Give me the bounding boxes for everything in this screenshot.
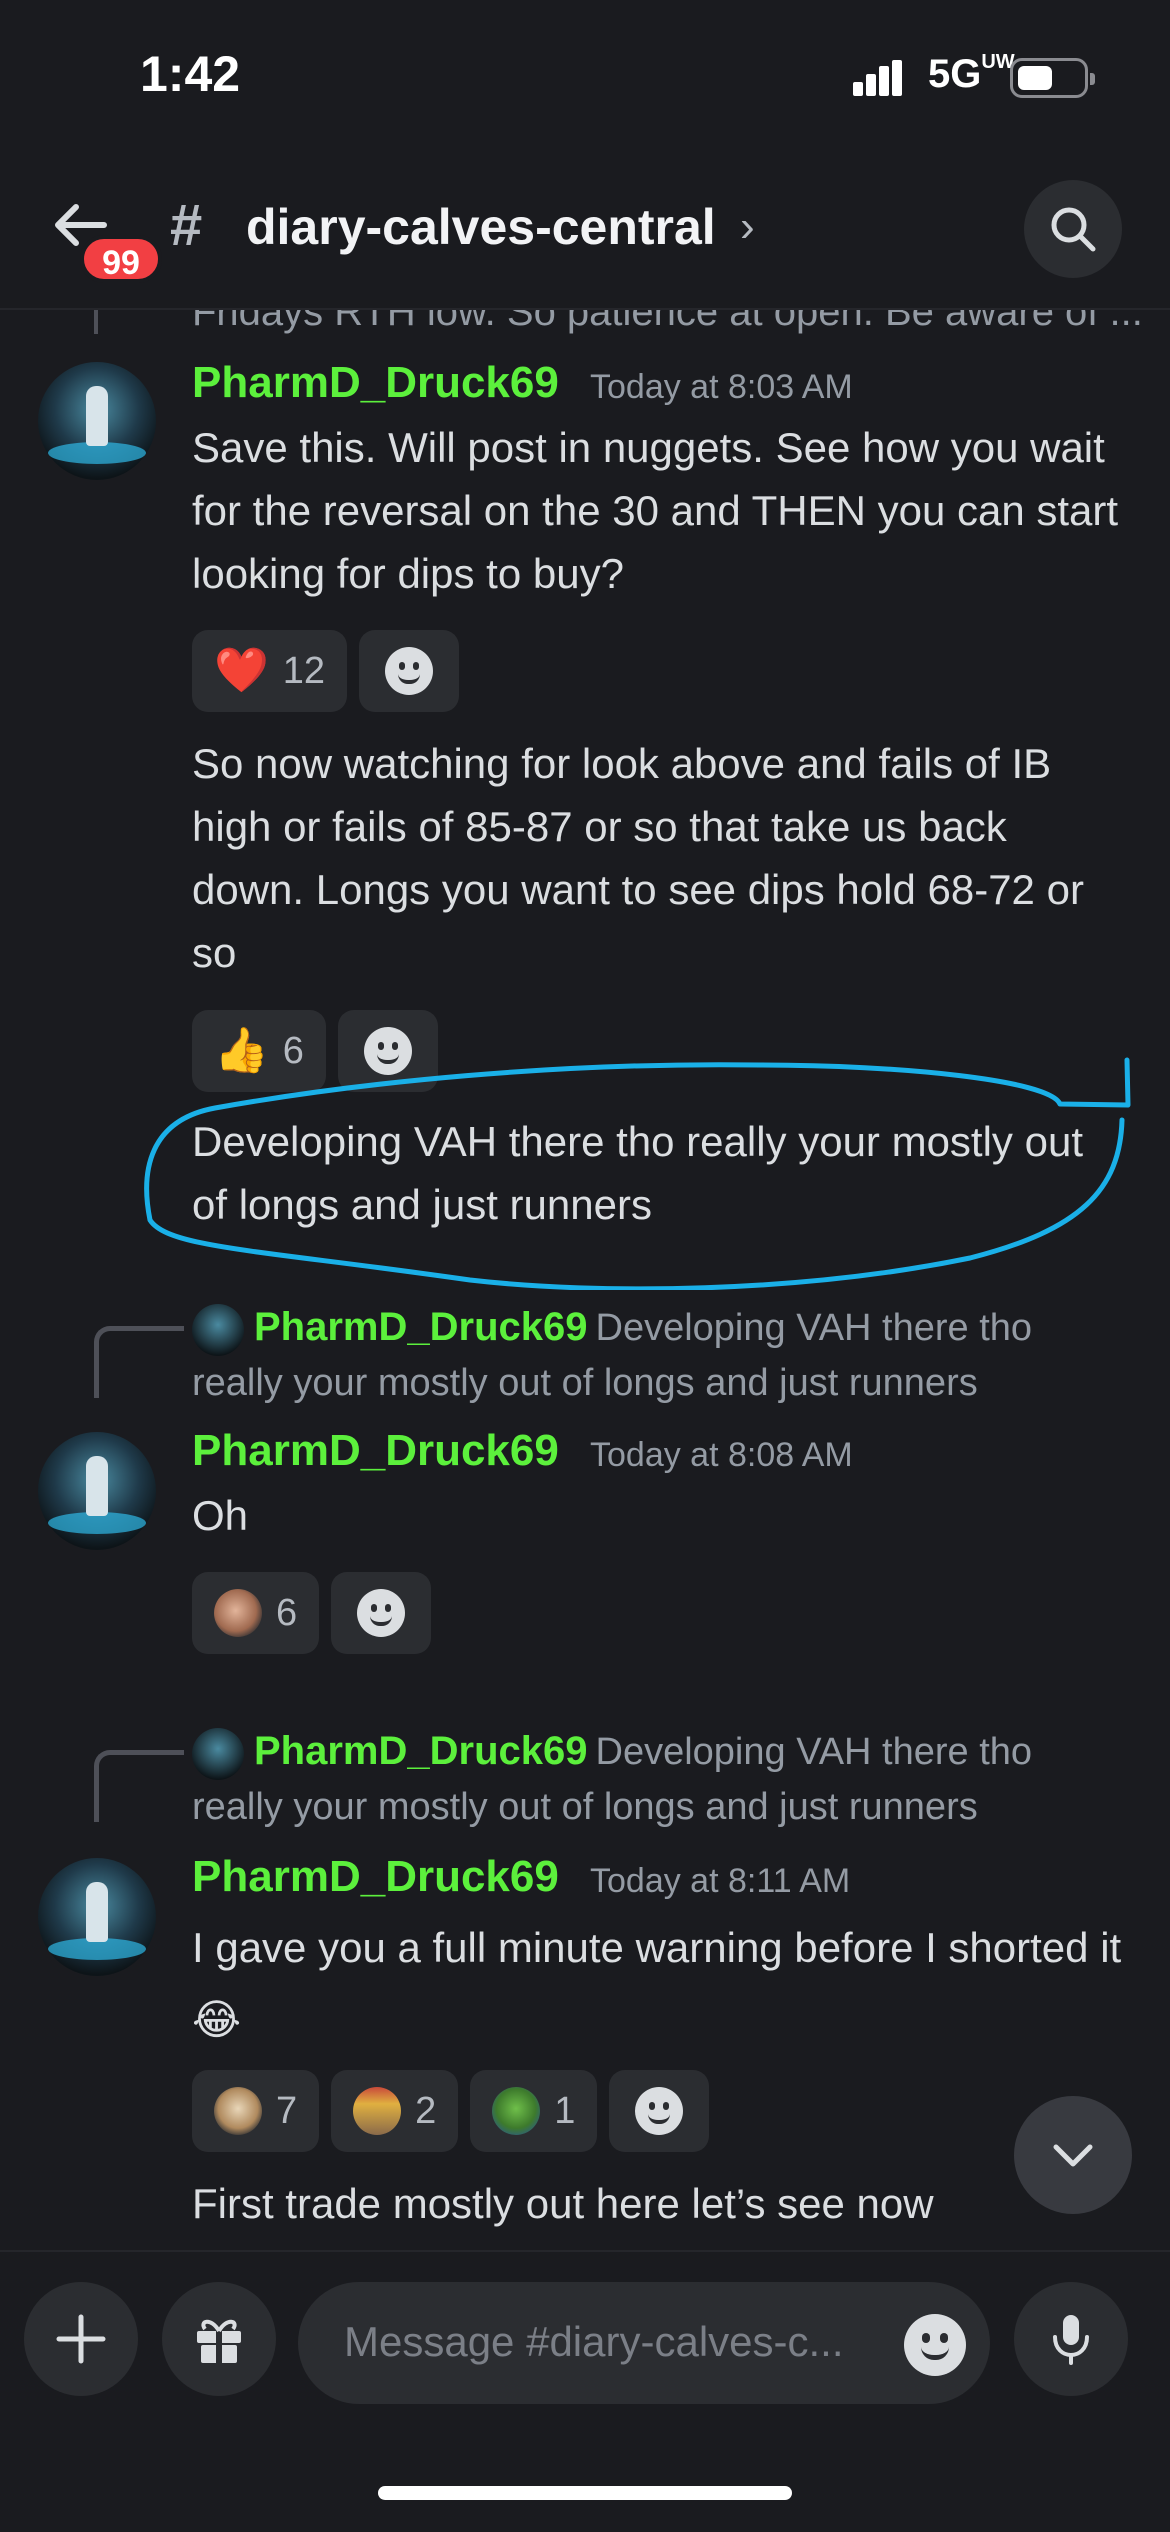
reaction-count: 7: [276, 2089, 298, 2132]
avatar[interactable]: [38, 362, 156, 480]
message-author[interactable]: PharmD_Druck69: [192, 1852, 559, 1902]
message-timestamp: Today at 8:08 AM: [590, 1436, 853, 1474]
message-text: Oh: [192, 1492, 249, 1539]
unread-badge: 99: [80, 235, 162, 283]
avatar[interactable]: [38, 1432, 156, 1550]
smiley-icon: [363, 1027, 412, 1075]
chevron-down-icon: [1053, 2144, 1093, 2167]
add-reaction-button[interactable]: [331, 1572, 432, 1654]
reply-preview[interactable]: PharmD_Druck69 Developing VAH there tho r…: [192, 1300, 1112, 1410]
reaction-king-sticker[interactable]: 2: [331, 2070, 459, 2152]
add-reaction-button[interactable]: [359, 630, 460, 712]
cellular-signal-icon: [853, 60, 903, 96]
plus-icon: [56, 2314, 106, 2364]
channel-header: 99 # diary-calves-central ›: [0, 150, 1170, 310]
reaction-face-sticker[interactable]: 6: [192, 1572, 320, 1654]
add-reaction-button[interactable]: [609, 2070, 710, 2152]
reply-preview[interactable]: PharmD_Druck69 Developing VAH there tho r…: [192, 1724, 1112, 1834]
dog-sticker-icon: [214, 2087, 262, 2135]
joy-emoji: 😂: [192, 1996, 242, 2043]
reaction-bar: 7 2 1: [192, 2070, 710, 2152]
message-input[interactable]: Message #diary-calves-c...: [298, 2282, 990, 2404]
reaction-count: 12: [282, 649, 326, 692]
reply-author: PharmD_Druck69: [254, 1305, 588, 1349]
emoji-picker-button[interactable]: [904, 2314, 966, 2376]
reaction-dog-sticker[interactable]: 7: [192, 2070, 320, 2152]
status-time: 1:42: [140, 46, 241, 102]
search-icon: [1051, 207, 1096, 252]
reaction-bar: 👍 6: [192, 1010, 438, 1092]
jump-to-latest-button[interactable]: [1014, 2096, 1132, 2214]
attach-button[interactable]: [24, 2282, 138, 2396]
reaction-heart[interactable]: ❤️ 12: [192, 630, 348, 712]
message-text: First trade mostly out here let’s see no…: [192, 2180, 934, 2227]
network-type: 5GUW: [928, 51, 1015, 96]
reaction-bar: 6: [192, 1572, 432, 1654]
message-timestamp: Today at 8:03 AM: [590, 368, 853, 406]
reply-avatar: [192, 1727, 244, 1780]
message-feed[interactable]: Fridays RTH low. So patience at open. Be…: [0, 290, 1170, 2250]
voice-message-button[interactable]: [1014, 2282, 1128, 2396]
thread-connector: [94, 310, 98, 334]
reaction-count: 1: [554, 2089, 576, 2132]
smiley-icon: [635, 2087, 684, 2135]
king-sticker-icon: [353, 2087, 402, 2135]
microphone-icon: [1053, 2315, 1089, 2365]
reaction-count: 6: [282, 1029, 304, 1072]
battery-icon: [1010, 58, 1095, 98]
add-reaction-button[interactable]: [337, 1010, 438, 1092]
channel-title[interactable]: diary-calves-central: [246, 198, 716, 256]
pepe-sticker-icon: [492, 2087, 541, 2135]
text-channel-icon: #: [170, 193, 203, 258]
reply-connector: [94, 1326, 184, 1398]
gift-button[interactable]: [162, 2282, 276, 2396]
message-text: Save this. Will post in nuggets. See how…: [192, 424, 1119, 597]
heart-icon: ❤️: [214, 646, 269, 695]
reaction-pepe-sticker[interactable]: 1: [470, 2070, 598, 2152]
avatar[interactable]: [38, 1858, 156, 1976]
reaction-thumbs-up[interactable]: 👍 6: [192, 1010, 326, 1092]
message-composer: Message #diary-calves-c...: [0, 2250, 1170, 2430]
message-author[interactable]: PharmD_Druck69: [192, 1426, 559, 1476]
face-sticker-icon: [214, 1589, 262, 1637]
chevron-right-icon[interactable]: ›: [740, 202, 755, 252]
home-indicator[interactable]: [378, 2486, 792, 2500]
reply-avatar: [192, 1303, 244, 1356]
reaction-count: 6: [276, 1591, 298, 1634]
status-bar: 1:42 5GUW: [0, 0, 1170, 150]
reply-connector: [94, 1750, 184, 1822]
reply-author: PharmD_Druck69: [254, 1729, 588, 1773]
search-button[interactable]: [1024, 180, 1122, 278]
gift-icon: [197, 2319, 241, 2363]
thumbs-up-icon: 👍: [214, 1026, 269, 1075]
reaction-bar: ❤️ 12: [192, 630, 460, 712]
message-input-placeholder: Message #diary-calves-c...: [344, 2318, 844, 2365]
smiley-icon: [357, 1589, 406, 1637]
reaction-count: 2: [415, 2089, 437, 2132]
message-text: Developing VAH there tho really your mos…: [192, 1118, 1083, 1228]
message-timestamp: Today at 8:11 AM: [590, 1862, 851, 1900]
message-text: So now watching for look above and fails…: [192, 740, 1084, 976]
smiley-icon: [385, 647, 434, 695]
message-author[interactable]: PharmD_Druck69: [192, 358, 559, 408]
message-text: I gave you a full minute warning before …: [192, 1924, 1122, 2043]
